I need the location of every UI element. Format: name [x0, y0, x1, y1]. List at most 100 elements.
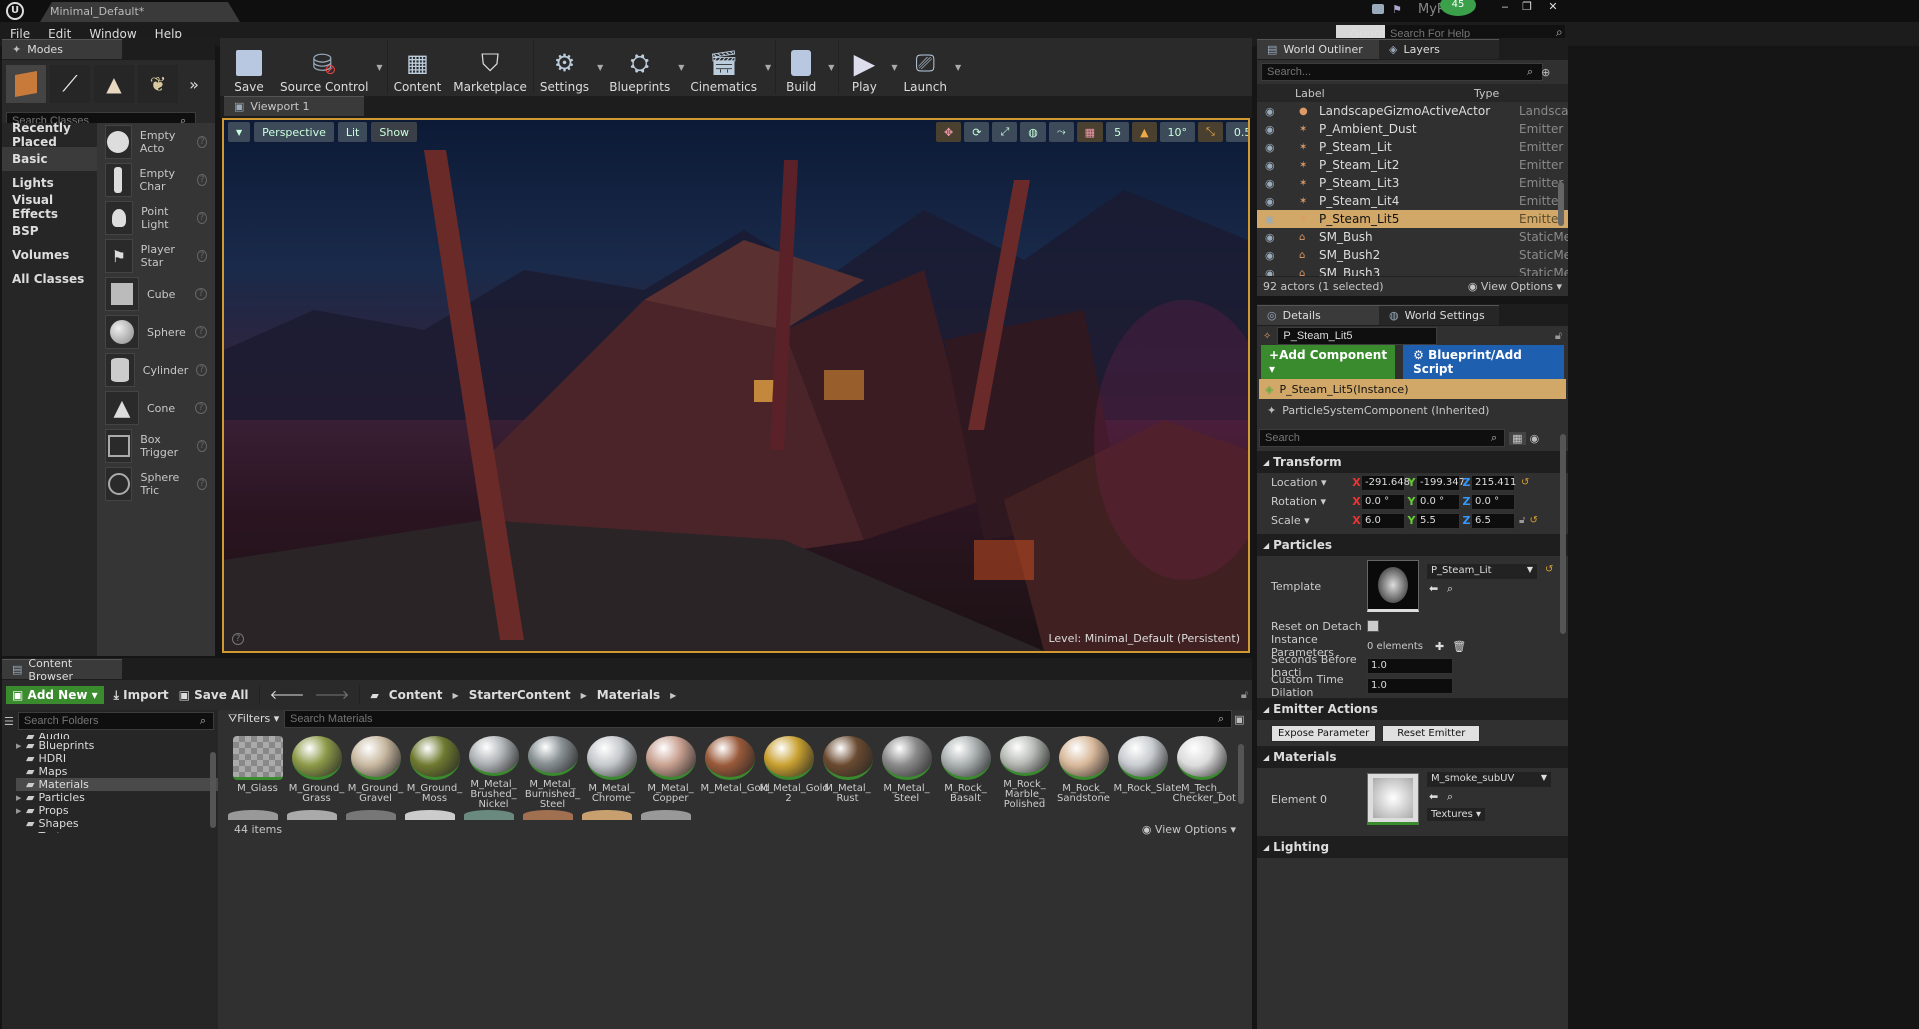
- asset-partial[interactable]: [641, 810, 691, 820]
- category-recently-placed[interactable]: Recently Placed: [2, 121, 97, 149]
- chat-icon[interactable]: [1372, 4, 1384, 14]
- browse-icon[interactable]: ⌕: [1447, 790, 1453, 804]
- lock-icon[interactable]: 🔓︎: [1519, 515, 1525, 526]
- tab-content-browser[interactable]: ▤ Content Browser: [2, 657, 122, 683]
- surface-snap-icon[interactable]: ⤳: [1048, 122, 1074, 142]
- reset-arrow-icon[interactable]: ↺: [1521, 477, 1529, 488]
- folder-search-input[interactable]: [17, 712, 214, 730]
- maximize-button[interactable]: ❐: [1516, 0, 1538, 18]
- location-x-value[interactable]: -291.648: [1361, 474, 1410, 491]
- location-y[interactable]: Y -199.347: [1407, 474, 1465, 491]
- back-icon[interactable]: 🡐: [270, 687, 305, 703]
- category-lights[interactable]: Lights: [2, 171, 97, 195]
- browse-icon[interactable]: ⌕: [1447, 582, 1453, 596]
- place-cone[interactable]: ▲ Cone?: [97, 389, 215, 427]
- tab-world-outliner[interactable]: ▤ World Outliner: [1257, 39, 1379, 59]
- translate-mode-icon[interactable]: ✥: [936, 122, 962, 142]
- viewport-options-button[interactable]: ▼: [228, 122, 251, 142]
- eye-icon[interactable]: ◉: [1530, 432, 1540, 445]
- toolbar-source-control[interactable]: ⛁ ⊘ Source Control: [274, 40, 374, 94]
- breadcrumb-startercontent[interactable]: StarterContent: [469, 688, 571, 702]
- scale-x[interactable]: X 6.0: [1352, 512, 1405, 529]
- folder-scrollbar[interactable]: [210, 752, 216, 828]
- help-icon[interactable]: ?: [196, 250, 207, 262]
- scale-x-value[interactable]: 6.0: [1361, 512, 1405, 529]
- lock-icon[interactable]: 🔓︎: [1555, 329, 1562, 343]
- tab-world-settings[interactable]: ◍ World Settings: [1379, 305, 1499, 325]
- show-button[interactable]: Show: [371, 122, 418, 142]
- reset-arrow-icon[interactable]: ↺: [1529, 515, 1537, 526]
- component-instance-row[interactable]: ◈ P_Steam_Lit5(Instance): [1259, 379, 1566, 399]
- visibility-eye-icon[interactable]: ◉: [1265, 159, 1279, 172]
- outliner-row[interactable]: ◉ ✶ P_Steam_Lit Emitter: [1257, 138, 1568, 156]
- scale-z-value[interactable]: 6.5: [1471, 512, 1515, 529]
- scale-y[interactable]: Y 5.5: [1407, 512, 1460, 529]
- reset-arrow-icon[interactable]: ↺: [1545, 564, 1553, 575]
- place-empty-actor[interactable]: Empty Acto?: [97, 123, 215, 161]
- document-tab[interactable]: Minimal_Default*: [40, 2, 240, 22]
- outliner-row[interactable]: ◉ ✶ P_Steam_Lit2 Emitter: [1257, 156, 1568, 174]
- scale-snap-icon[interactable]: ⤡: [1198, 122, 1223, 142]
- place-cylinder[interactable]: Cylinder?: [97, 351, 215, 389]
- search-icon[interactable]: ⌕: [1527, 65, 1533, 79]
- rotation-z-value[interactable]: 0.0 °: [1471, 493, 1515, 510]
- material-thumbnail[interactable]: [1367, 773, 1419, 825]
- visibility-eye-icon[interactable]: ◉: [1265, 105, 1279, 118]
- modes-tab[interactable]: ✦ Modes: [2, 39, 122, 59]
- toolbar-play[interactable]: ▶ Play: [839, 40, 889, 95]
- help-icon[interactable]: ?: [195, 402, 207, 414]
- details-scrollbar[interactable]: [1560, 434, 1566, 634]
- material-asset[interactable]: M_Metal_ Steel: [877, 736, 936, 810]
- rotation-y-value[interactable]: 0.0 °: [1416, 493, 1460, 510]
- outliner-search-input[interactable]: [1261, 63, 1543, 81]
- filters-button[interactable]: ⛛Filters ▾: [228, 712, 280, 726]
- rotation-x-value[interactable]: 0.0 °: [1361, 493, 1405, 510]
- expand-arrow-icon[interactable]: ▶: [16, 807, 26, 815]
- add-component-button[interactable]: +Add Component ▾: [1261, 345, 1396, 379]
- help-icon[interactable]: ?: [195, 288, 207, 300]
- visibility-eye-icon[interactable]: ◉: [1265, 267, 1279, 277]
- visibility-eye-icon[interactable]: ◉: [1265, 195, 1279, 208]
- toolbar-content[interactable]: ▦ Content: [388, 40, 448, 94]
- grid-view-icon[interactable]: ▦: [1509, 431, 1526, 445]
- transform-section-header[interactable]: ◢ Transform: [1257, 451, 1568, 473]
- place-empty-character[interactable]: Empty Char?: [97, 161, 215, 199]
- add-icon[interactable]: ✚: [1435, 640, 1444, 653]
- template-select[interactable]: P_Steam_Lit ▼: [1427, 564, 1537, 579]
- template-thumbnail[interactable]: [1367, 560, 1419, 612]
- material-asset[interactable]: M_Tech_ Checker_Dot: [1172, 736, 1236, 810]
- outliner-row[interactable]: ◉ ✶ P_Ambient_Dust Emitter: [1257, 120, 1568, 138]
- outliner-row[interactable]: ◉ ⌂ SM_Bush2 StaticMeshActor: [1257, 246, 1568, 264]
- breadcrumb-materials[interactable]: Materials: [597, 688, 660, 702]
- scale-y-value[interactable]: 5.5: [1416, 512, 1460, 529]
- viewport-tab[interactable]: ▣ Viewport 1: [224, 96, 364, 116]
- category-visual-effects[interactable]: Visual Effects: [2, 193, 97, 221]
- flag-icon[interactable]: ⚑: [1392, 3, 1402, 16]
- rotation-y[interactable]: Y 0.0 °: [1407, 493, 1460, 510]
- tab-details[interactable]: ◎ Details: [1257, 305, 1379, 325]
- chevron-down-icon[interactable]: ▼: [376, 63, 382, 72]
- toolbar-save[interactable]: Save: [224, 40, 274, 94]
- chevron-down-icon[interactable]: ▼: [828, 63, 834, 72]
- grid-snap-icon[interactable]: ▦: [1076, 122, 1104, 142]
- material-asset[interactable]: M_Glass: [228, 736, 287, 810]
- folder-item[interactable]: ▶ ▰ Props: [16, 804, 218, 817]
- view-options-button[interactable]: ◉ View Options ▾: [1142, 823, 1236, 836]
- component-particle-row[interactable]: ✦ ParticleSystemComponent (Inherited): [1257, 399, 1568, 421]
- material-asset[interactable]: M_Ground_ Grass: [287, 736, 346, 810]
- tab-layers[interactable]: ◈ Layers: [1379, 39, 1499, 59]
- breadcrumb-content[interactable]: Content: [389, 688, 443, 702]
- material-asset[interactable]: M_Rock_ Marble_ Polished: [995, 736, 1054, 810]
- dilation-value[interactable]: 1.0: [1367, 678, 1453, 694]
- add-icon[interactable]: ⊕: [1541, 66, 1550, 79]
- outliner-row[interactable]: ◉ ⌂ SM_Bush StaticMeshActor: [1257, 228, 1568, 246]
- trash-icon[interactable]: 🗑︎: [1452, 640, 1466, 653]
- asset-partial[interactable]: [523, 810, 573, 820]
- material-asset[interactable]: M_Rock_Slate: [1113, 736, 1181, 810]
- emitter-actions-header[interactable]: ◢ Emitter Actions: [1257, 698, 1568, 720]
- search-icon[interactable]: ⌕: [1218, 712, 1224, 726]
- paint-mode-button[interactable]: ⟋: [50, 65, 90, 103]
- search-materials-input[interactable]: [284, 710, 1232, 728]
- material-asset[interactable]: M_Metal_Gold: [700, 736, 770, 810]
- search-icon[interactable]: ⌕: [200, 714, 206, 728]
